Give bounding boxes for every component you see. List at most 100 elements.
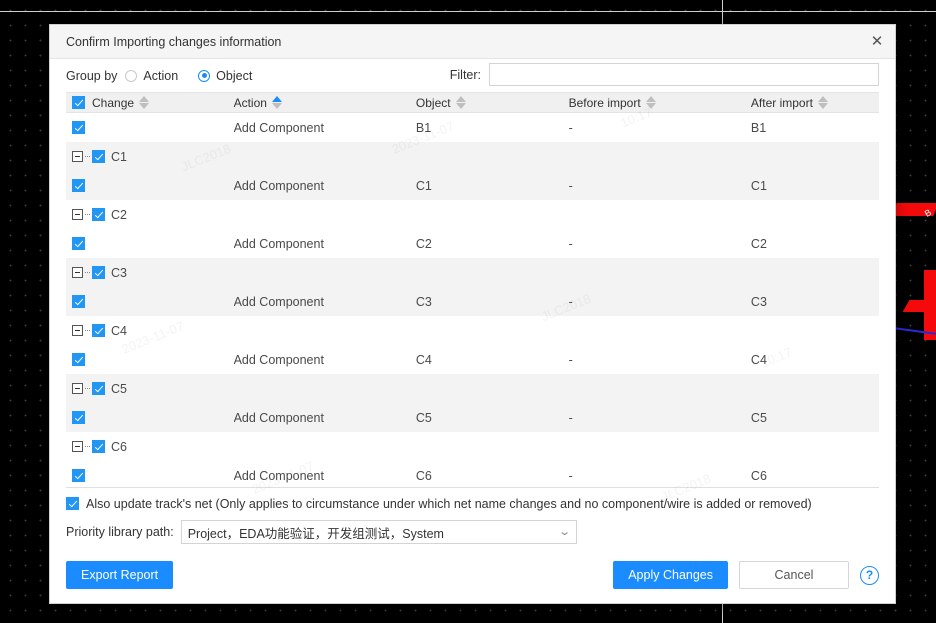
select-all-checkbox[interactable] xyxy=(72,96,85,109)
table-row[interactable]: Add Component C3 - C3 xyxy=(66,287,879,316)
apply-changes-button[interactable]: Apply Changes xyxy=(613,561,728,589)
column-header-change-label: Change xyxy=(92,95,135,110)
cell-action: Add Component xyxy=(233,236,324,251)
cell-action: Add Component xyxy=(233,178,324,193)
sort-icon-after[interactable] xyxy=(817,96,828,109)
table-row[interactable]: Add Component C6 - C6 xyxy=(66,461,879,487)
table-row[interactable]: C4 xyxy=(66,316,879,345)
radio-object-label: Object xyxy=(216,68,253,83)
collapse-icon[interactable] xyxy=(72,267,83,278)
cell-object: C4 xyxy=(415,352,432,367)
groupby-label: Group by xyxy=(66,68,118,83)
cell-change xyxy=(66,121,234,134)
priority-library-path-value: Project，EDA功能验证，开发组测试，System xyxy=(187,526,444,541)
table-row[interactable]: Add Component C4 - C4 xyxy=(66,345,879,374)
row-checkbox[interactable] xyxy=(72,295,85,308)
sort-icon-action[interactable] xyxy=(271,96,282,109)
group-label: C4 xyxy=(111,323,127,338)
collapse-icon[interactable] xyxy=(72,151,83,162)
pcb-guide-line-horizontal xyxy=(0,11,936,12)
column-header-object[interactable]: Object xyxy=(416,96,569,110)
filter-label: Filter: xyxy=(449,67,481,82)
cell-change xyxy=(66,353,234,366)
table-body[interactable]: Add Component B1 - B1 C1 Add Component C1 - C1 C2… xyxy=(66,113,879,487)
table-header-row: Change Action Object Before import After… xyxy=(66,92,879,113)
tree-connector-icon xyxy=(85,271,90,274)
collapse-icon[interactable] xyxy=(72,383,83,394)
cell-object: C5 xyxy=(415,410,432,425)
cancel-button[interactable]: Cancel xyxy=(739,561,849,589)
table-row[interactable]: C6 xyxy=(66,432,879,461)
priority-library-path-label: Priority library path: xyxy=(66,525,174,539)
collapse-icon[interactable] xyxy=(72,441,83,452)
table-row[interactable]: C1 xyxy=(66,142,879,171)
column-header-change[interactable]: Change xyxy=(66,96,234,110)
update-track-net-checkbox[interactable] xyxy=(66,497,79,510)
cell-after-import: C3 xyxy=(750,294,767,309)
table-row[interactable]: C2 xyxy=(66,200,879,229)
collapse-icon[interactable] xyxy=(72,325,83,336)
cell-after-import: C1 xyxy=(750,178,767,193)
collapse-icon[interactable] xyxy=(72,209,83,220)
filter-group: Filter: xyxy=(450,63,879,86)
cell-after-import: B1 xyxy=(750,120,767,135)
sort-icon-before[interactable] xyxy=(645,96,656,109)
priority-library-path-select[interactable]: Project，EDA功能验证，开发组测试，System ⌄ xyxy=(180,520,577,544)
cell-action: Add Component xyxy=(233,352,324,367)
column-header-before-import[interactable]: Before import xyxy=(569,96,751,110)
radio-group-by-object[interactable]: Object xyxy=(198,69,252,83)
cell-action: Add Component xyxy=(233,410,324,425)
cell-change: C4 xyxy=(66,324,234,338)
cell-change xyxy=(66,295,234,308)
cell-object: C1 xyxy=(415,178,432,193)
row-checkbox[interactable] xyxy=(92,266,105,279)
group-label: C5 xyxy=(111,381,127,396)
row-checkbox[interactable] xyxy=(92,208,105,221)
tree-connector-icon xyxy=(85,445,90,448)
row-checkbox[interactable] xyxy=(72,353,85,366)
priority-library-path-row: Priority library path: Project，EDA功能验证，开… xyxy=(50,517,895,547)
table-row[interactable]: C5 xyxy=(66,374,879,403)
table-row[interactable]: Add Component B1 - B1 xyxy=(66,113,879,142)
row-checkbox[interactable] xyxy=(72,469,85,482)
row-checkbox[interactable] xyxy=(72,411,85,424)
cell-action: Add Component xyxy=(233,294,324,309)
sort-icon-change[interactable] xyxy=(139,96,150,109)
cell-after-import: C2 xyxy=(750,236,767,251)
cell-action: Add Component xyxy=(233,120,324,135)
table-row[interactable]: Add Component C1 - C1 xyxy=(66,171,879,200)
export-report-button[interactable]: Export Report xyxy=(66,561,174,589)
cell-change xyxy=(66,179,234,192)
column-header-after-import[interactable]: After import xyxy=(751,96,879,110)
table-row[interactable]: Add Component C2 - C2 xyxy=(66,229,879,258)
cell-before-import: - xyxy=(568,178,573,193)
update-track-net-option[interactable]: Also update track's net (Only applies to… xyxy=(50,490,895,517)
sort-icon-object[interactable] xyxy=(455,96,466,109)
column-header-action[interactable]: Action xyxy=(234,96,416,110)
help-icon[interactable]: ? xyxy=(860,565,879,585)
cell-change: C6 xyxy=(66,440,234,454)
changes-table: Change Action Object Before import After… xyxy=(66,92,879,488)
cell-after-import: C6 xyxy=(750,468,767,483)
confirm-import-dialog: Confirm Importing changes information ✕ … xyxy=(49,24,896,604)
table-row[interactable]: Add Component C5 - C5 xyxy=(66,403,879,432)
cell-before-import: - xyxy=(568,352,573,367)
row-checkbox[interactable] xyxy=(72,121,85,134)
table-row[interactable]: C3 xyxy=(66,258,879,287)
row-checkbox[interactable] xyxy=(92,150,105,163)
cell-before-import: - xyxy=(568,120,573,135)
row-checkbox[interactable] xyxy=(92,324,105,337)
cell-object: C6 xyxy=(415,468,432,483)
filter-input[interactable] xyxy=(489,63,879,86)
cell-before-import: - xyxy=(568,468,573,483)
row-checkbox[interactable] xyxy=(92,440,105,453)
row-checkbox[interactable] xyxy=(72,179,85,192)
radio-group-by-action[interactable]: Action xyxy=(125,69,178,83)
cell-change: C3 xyxy=(66,266,234,280)
close-icon[interactable]: ✕ xyxy=(863,27,891,55)
row-checkbox[interactable] xyxy=(72,237,85,250)
tree-connector-icon xyxy=(85,387,90,390)
chevron-down-icon: ⌄ xyxy=(558,525,572,538)
row-checkbox[interactable] xyxy=(92,382,105,395)
cell-change xyxy=(66,411,234,424)
